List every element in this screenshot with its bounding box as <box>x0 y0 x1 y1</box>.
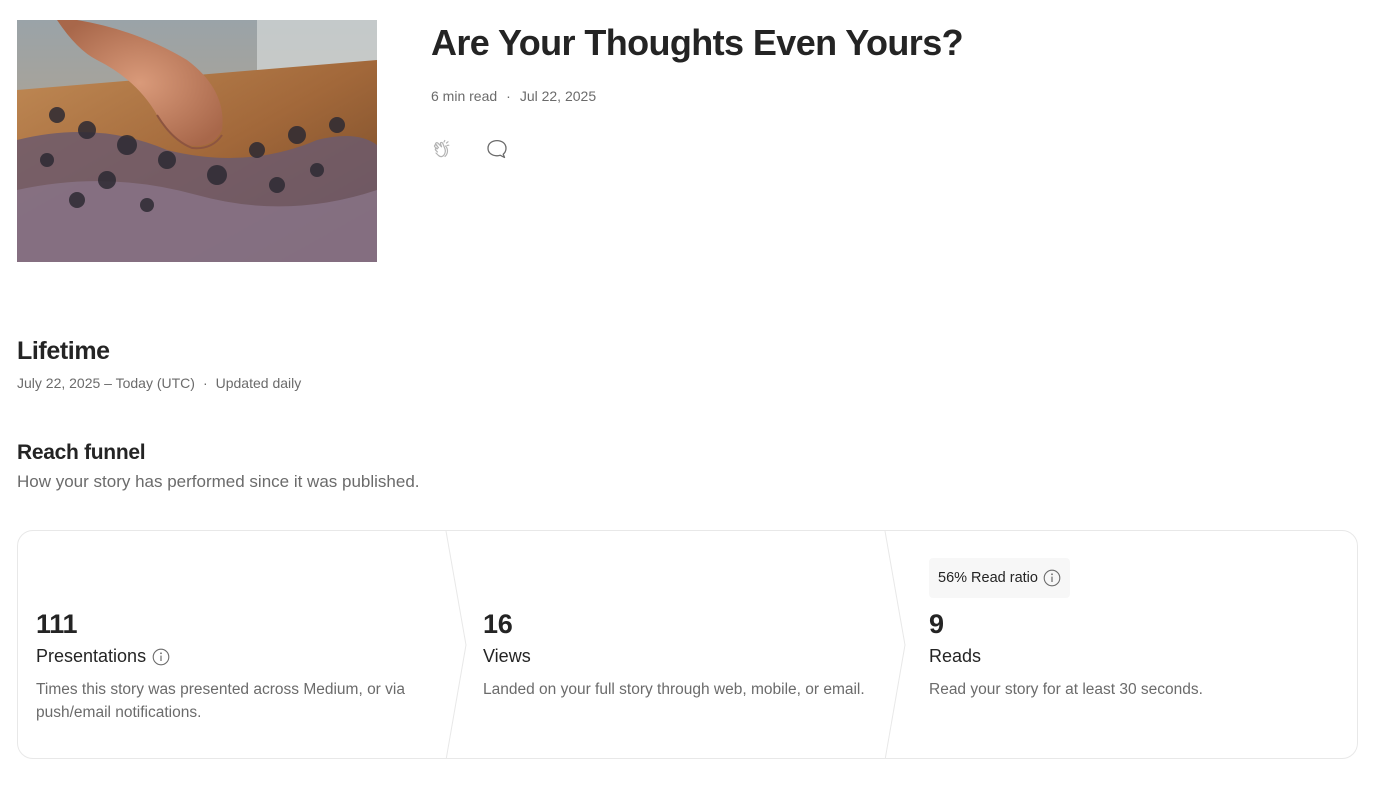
presentations-label-row: Presentations <box>36 646 170 667</box>
info-icon[interactable] <box>152 648 170 666</box>
views-label-row: Views <box>483 646 531 667</box>
story-thumbnail <box>17 20 377 262</box>
funnel-stage-presentations: 111 Presentations Times this story was p… <box>18 531 448 758</box>
reach-funnel-subtitle: How your story has performed since it wa… <box>17 472 420 491</box>
clap-icon <box>433 139 450 158</box>
funnel-stage-views: 16 Views Landed on your full story throu… <box>465 531 885 758</box>
funnel-stage-reads: 9 Reads Read your story for at least 30 … <box>911 531 1351 758</box>
story-meta: 6 min read · Jul 22, 2025 <box>431 88 596 104</box>
info-circle-icon <box>152 648 170 665</box>
clap-button[interactable] <box>431 136 455 162</box>
presentations-description: Times this story was presented across Me… <box>36 681 405 721</box>
publish-date: Jul 22, 2025 <box>519 88 597 104</box>
views-label: Views <box>483 646 531 666</box>
comment-button[interactable] <box>485 136 509 162</box>
presentations-label: Presentations <box>36 646 147 666</box>
views-description: Landed on your full story through web, m… <box>483 681 865 698</box>
lifetime-heading: Lifetime <box>17 337 110 365</box>
range-separator: · <box>202 375 208 391</box>
read-time: 6 min read <box>431 88 498 104</box>
date-range: July 22, 2025 – Today (UTC) <box>17 375 195 391</box>
reads-label: Reads <box>929 646 982 666</box>
reads-description: Read your story for at least 30 seconds. <box>929 681 1203 698</box>
reach-funnel-card: 111 Presentations Times this story was p… <box>17 530 1358 759</box>
presentations-value: 111 <box>36 609 78 639</box>
story-title[interactable]: Are Your Thoughts Even Yours? <box>431 22 964 64</box>
update-note: Updated daily <box>215 375 302 391</box>
reads-label-row: Reads <box>929 646 981 667</box>
views-value: 16 <box>483 609 513 639</box>
lifetime-date-range: July 22, 2025 – Today (UTC) · Updated dail… <box>17 375 301 391</box>
puzzle-photo <box>17 20 377 262</box>
story-actions <box>431 136 509 162</box>
comment-icon <box>487 139 507 159</box>
meta-separator: · <box>506 88 511 104</box>
reach-funnel-heading: Reach funnel <box>17 441 146 464</box>
reads-value: 9 <box>929 609 944 639</box>
